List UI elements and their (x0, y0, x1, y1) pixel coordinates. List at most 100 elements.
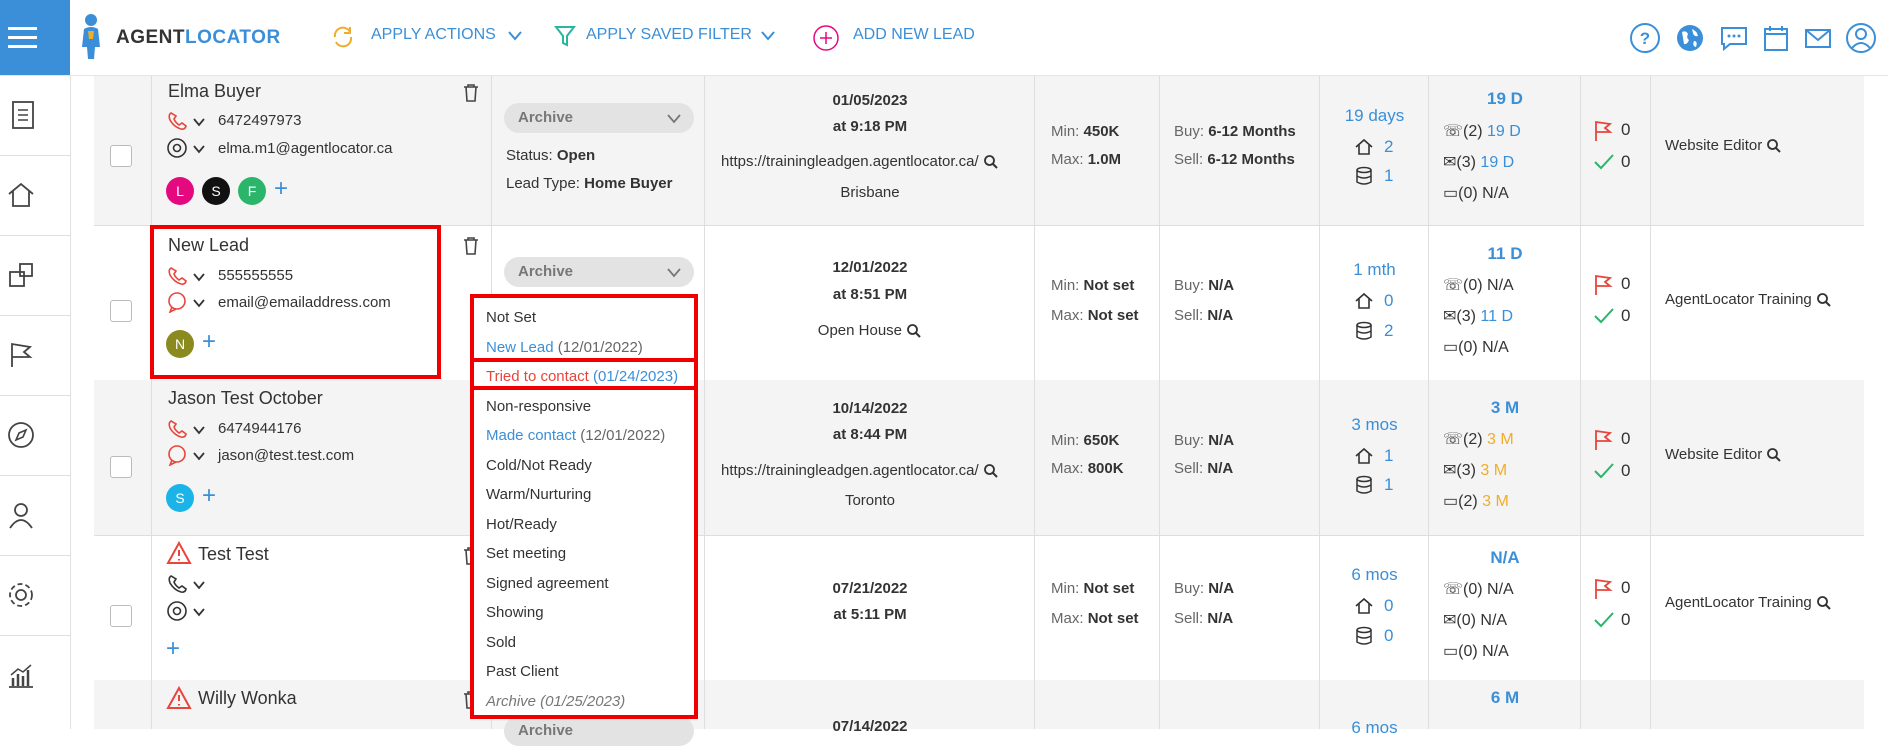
logo[interactable]: AGENTLOCATOR (80, 10, 290, 66)
stage-option[interactable]: Set meeting (486, 545, 566, 562)
lead-name[interactable]: Elma Buyer (168, 81, 261, 102)
stage-option[interactable]: Past Client (486, 663, 559, 680)
avatar[interactable]: S (202, 177, 230, 205)
chevron-down-icon[interactable] (507, 30, 523, 42)
assigned-agent[interactable]: Website Editor (1665, 137, 1782, 154)
lead-name[interactable]: Jason Test October (168, 388, 323, 409)
check-icon[interactable] (1593, 153, 1615, 171)
chat-icon[interactable] (1718, 22, 1750, 54)
lead-name[interactable]: Willy Wonka (198, 688, 297, 709)
stage-option[interactable]: Showing (486, 604, 544, 621)
homes-count[interactable]: 0 (1384, 596, 1393, 616)
help-icon[interactable]: ? (1629, 22, 1661, 54)
row-checkbox[interactable] (110, 145, 132, 167)
flag-icon[interactable] (1593, 578, 1613, 600)
check-icon[interactable] (1593, 307, 1615, 325)
texts-summary[interactable]: ▭(0) N/A (1443, 337, 1509, 357)
stage-select[interactable]: Archive (504, 103, 694, 133)
sidebar-item-contacts[interactable] (0, 475, 70, 556)
lead-email[interactable]: jason@test.test.com (218, 447, 354, 464)
stage-option[interactable]: Warm/Nurturing (486, 486, 591, 503)
globe-icon[interactable] (1674, 22, 1706, 54)
chevron-down-icon[interactable] (192, 144, 206, 154)
add-tag-button[interactable]: + (166, 635, 180, 663)
stage-select[interactable]: Archive (504, 716, 694, 746)
search-icon[interactable] (983, 463, 999, 479)
chevron-down-icon[interactable] (192, 117, 206, 127)
add-tag-button[interactable]: + (274, 175, 288, 203)
menu-button[interactable] (0, 0, 70, 75)
calls-summary[interactable]: ☏(2) 3 M (1443, 429, 1514, 449)
homes-count[interactable]: 1 (1384, 446, 1393, 466)
chevron-down-icon[interactable] (760, 30, 776, 42)
db-count[interactable]: 2 (1384, 321, 1393, 341)
assigned-agent[interactable]: AgentLocator Training (1665, 594, 1832, 611)
row-checkbox[interactable] (110, 456, 132, 478)
source-link[interactable]: https://trainingleadgen.agentlocator.ca/ (721, 462, 999, 479)
assigned-agent[interactable]: Website Editor (1665, 446, 1782, 463)
chevron-down-icon[interactable] (192, 425, 206, 435)
sidebar-item-flags[interactable] (0, 315, 70, 396)
db-count[interactable]: 1 (1384, 475, 1393, 495)
apply-actions-button[interactable]: APPLY ACTIONS (371, 26, 496, 44)
calendar-icon[interactable] (1760, 22, 1792, 54)
sidebar-item-analytics[interactable] (0, 635, 70, 715)
source-link[interactable]: Open House (705, 322, 1035, 339)
avatar[interactable]: S (166, 484, 194, 512)
search-icon[interactable] (1816, 292, 1832, 308)
account-icon[interactable] (1845, 22, 1877, 54)
lead-phone[interactable]: 6472497973 (218, 112, 301, 129)
search-icon[interactable] (983, 154, 999, 170)
sidebar-item-settings[interactable] (0, 555, 70, 636)
search-icon[interactable] (906, 323, 922, 339)
avatar[interactable]: L (166, 177, 194, 205)
sidebar-item-listings[interactable] (0, 235, 70, 316)
chevron-down-icon[interactable] (192, 607, 206, 617)
texts-summary[interactable]: ▭(2) 3 M (1443, 491, 1509, 511)
emails-summary[interactable]: ✉(0) N/A (1443, 610, 1507, 630)
flag-icon[interactable] (1593, 120, 1613, 142)
stage-option[interactable]: Archive (01/25/2023) (486, 693, 625, 710)
stage-option[interactable]: Sold (486, 634, 516, 651)
add-tag-button[interactable]: + (202, 482, 216, 510)
calls-summary[interactable]: ☏(0) N/A (1443, 275, 1514, 295)
lead-email[interactable]: elma.m1@agentlocator.ca (218, 140, 393, 157)
source-link[interactable]: https://trainingleadgen.agentlocator.ca/ (721, 153, 999, 170)
stage-select[interactable]: Archive (504, 257, 694, 287)
chevron-down-icon[interactable] (192, 451, 206, 461)
search-icon[interactable] (1766, 447, 1782, 463)
row-checkbox[interactable] (110, 605, 132, 627)
add-new-lead-button[interactable]: ADD NEW LEAD (853, 26, 975, 44)
homes-count[interactable]: 0 (1384, 291, 1393, 311)
texts-summary[interactable]: ▭(0) N/A (1443, 183, 1509, 203)
check-icon[interactable] (1593, 462, 1615, 480)
apply-saved-filter-button[interactable]: APPLY SAVED FILTER (586, 26, 752, 44)
stage-option[interactable]: Cold/Not Ready (486, 457, 592, 474)
search-icon[interactable] (1766, 138, 1782, 154)
stage-option[interactable]: Made contact (12/01/2022) (486, 427, 665, 444)
flag-icon[interactable] (1593, 429, 1613, 451)
chevron-down-icon[interactable] (192, 580, 206, 590)
db-count[interactable]: 1 (1384, 166, 1393, 186)
texts-summary[interactable]: ▭(0) N/A (1443, 641, 1509, 661)
avatar[interactable]: F (238, 177, 266, 205)
assigned-agent[interactable]: AgentLocator Training (1665, 291, 1832, 308)
homes-count[interactable]: 2 (1384, 137, 1393, 157)
calls-summary[interactable]: ☏(2) 19 D (1443, 121, 1521, 141)
trash-icon[interactable] (462, 236, 480, 256)
stage-option[interactable]: Non-responsive (486, 398, 591, 415)
stage-option[interactable]: Signed agreement (486, 575, 609, 592)
stage-option[interactable]: Not Set (486, 309, 536, 326)
mail-icon[interactable] (1802, 22, 1834, 54)
emails-summary[interactable]: ✉(3) 11 D (1443, 306, 1513, 326)
row-checkbox[interactable] (110, 300, 132, 322)
sidebar-item-home[interactable] (0, 155, 70, 236)
lead-phone[interactable]: 6474944176 (218, 420, 301, 437)
lead-name[interactable]: Test Test (198, 544, 269, 565)
stage-option[interactable]: Hot/Ready (486, 516, 557, 533)
trash-icon[interactable] (462, 83, 480, 103)
sidebar-item-documents[interactable] (0, 75, 70, 156)
db-count[interactable]: 0 (1384, 626, 1393, 646)
sidebar-item-explore[interactable] (0, 395, 70, 476)
flag-icon[interactable] (1593, 274, 1613, 296)
